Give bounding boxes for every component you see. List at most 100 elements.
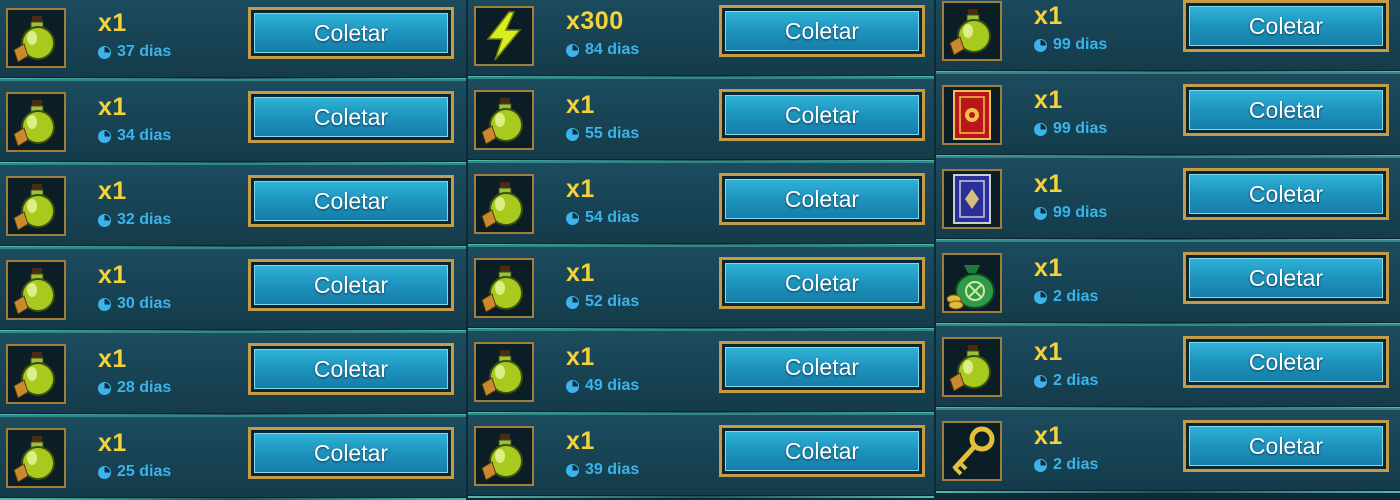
collect-button-label: Coletar	[1189, 342, 1383, 382]
reward-row: x1 2 dias Coletar	[936, 324, 1400, 409]
expiry-text: 2 dias	[1053, 456, 1099, 473]
clock-icon	[98, 297, 111, 311]
expiry-text: 54 dias	[585, 209, 640, 226]
red-tome-icon	[942, 85, 1002, 145]
collect-button[interactable]: Coletar	[248, 427, 454, 479]
expiry-timer: 99 dias	[1034, 120, 1107, 138]
collect-button[interactable]: Coletar	[719, 89, 925, 141]
clock-icon	[1034, 206, 1047, 220]
potion-icon	[6, 176, 66, 236]
collect-button[interactable]: Coletar	[248, 259, 454, 311]
collect-button-label: Coletar	[1189, 258, 1383, 298]
collect-button-label: Coletar	[725, 431, 919, 471]
collect-button[interactable]: Coletar	[248, 343, 454, 395]
collect-button-label: Coletar	[254, 433, 448, 473]
clock-icon	[566, 211, 579, 225]
clock-icon	[98, 213, 111, 227]
clock-icon	[566, 295, 579, 309]
potion-icon	[474, 426, 534, 486]
reward-row: x1 99 dias Coletar	[936, 72, 1400, 157]
energy-bolt-icon	[474, 6, 534, 66]
collect-button-label: Coletar	[254, 13, 448, 53]
expiry-timer: 54 dias	[566, 209, 639, 227]
reward-row: x1 2 dias Coletar	[936, 408, 1400, 493]
potion-icon	[6, 260, 66, 320]
expiry-timer: 2 dias	[1034, 288, 1098, 306]
reward-column: x1 37 dias Coletar x1 34 dias Coletar x1 32 d…	[0, 0, 466, 500]
reward-quantity: x300	[566, 7, 624, 35]
expiry-text: 2 dias	[1053, 288, 1099, 305]
expiry-timer: 99 dias	[1034, 36, 1107, 54]
collect-button-label: Coletar	[725, 263, 919, 303]
collect-button-label: Coletar	[725, 95, 919, 135]
expiry-text: 2 dias	[1053, 372, 1099, 389]
potion-icon	[474, 258, 534, 318]
clock-icon	[98, 45, 111, 59]
reward-row: x1 52 dias Coletar	[468, 245, 934, 330]
expiry-text: 39 dias	[585, 461, 640, 478]
reward-row: x1 99 dias Coletar	[936, 0, 1400, 73]
collect-button[interactable]: Coletar	[248, 175, 454, 227]
collect-button[interactable]: Coletar	[1183, 252, 1389, 304]
potion-icon	[942, 337, 1002, 397]
reward-row: x300 84 dias Coletar	[468, 0, 934, 78]
rewards-inbox: x1 37 dias Coletar x1 34 dias Coletar x1 32 d…	[0, 0, 1400, 500]
collect-button[interactable]: Coletar	[719, 173, 925, 225]
reward-quantity: x1	[566, 343, 595, 371]
collect-button-label: Coletar	[1189, 6, 1383, 46]
collect-button[interactable]: Coletar	[1183, 0, 1389, 52]
clock-icon	[566, 43, 579, 57]
reward-quantity: x1	[1034, 2, 1063, 30]
expiry-timer: 37 dias	[98, 43, 171, 61]
collect-button[interactable]: Coletar	[719, 5, 925, 57]
reward-quantity: x1	[98, 177, 127, 205]
expiry-text: 34 dias	[117, 127, 172, 144]
expiry-text: 84 dias	[585, 41, 640, 58]
reward-row: x1 99 dias Coletar	[936, 156, 1400, 241]
reward-quantity: x1	[98, 9, 127, 37]
reward-column: x1 99 dias Coletar x1 99 dias Coletar x1 99 d…	[936, 0, 1400, 498]
collect-button-label: Coletar	[254, 97, 448, 137]
collect-button[interactable]: Coletar	[1183, 168, 1389, 220]
expiry-timer: 30 dias	[98, 295, 171, 313]
reward-quantity: x1	[98, 429, 127, 457]
expiry-text: 32 dias	[117, 211, 172, 228]
potion-icon	[474, 90, 534, 150]
reward-row: x1 54 dias Coletar	[468, 161, 934, 246]
clock-icon	[98, 381, 111, 395]
reward-row: x1 34 dias Coletar	[0, 79, 466, 164]
reward-quantity: x1	[98, 93, 127, 121]
potion-icon	[474, 174, 534, 234]
reward-quantity: x1	[1034, 170, 1063, 198]
collect-button[interactable]: Coletar	[248, 91, 454, 143]
reward-row: x1 2 dias Coletar	[936, 240, 1400, 325]
expiry-text: 49 dias	[585, 377, 640, 394]
reward-row: x1 32 dias Coletar	[0, 163, 466, 248]
reward-quantity: x1	[1034, 254, 1063, 282]
expiry-timer: 32 dias	[98, 211, 171, 229]
collect-button-label: Coletar	[254, 349, 448, 389]
collect-button[interactable]: Coletar	[719, 341, 925, 393]
clock-icon	[566, 463, 579, 477]
expiry-timer: 25 dias	[98, 463, 171, 481]
reward-row: x1 37 dias Coletar	[0, 0, 466, 80]
potion-icon	[6, 428, 66, 488]
collect-button[interactable]: Coletar	[1183, 336, 1389, 388]
collect-button[interactable]: Coletar	[1183, 84, 1389, 136]
reward-quantity: x1	[566, 91, 595, 119]
collect-button[interactable]: Coletar	[719, 425, 925, 477]
clock-icon	[1034, 290, 1047, 304]
reward-row: x1 39 dias Coletar	[468, 413, 934, 498]
collect-button[interactable]: Coletar	[719, 257, 925, 309]
expiry-timer: 39 dias	[566, 461, 639, 479]
collect-button-label: Coletar	[1189, 426, 1383, 466]
reward-quantity: x1	[1034, 338, 1063, 366]
potion-icon	[6, 344, 66, 404]
reward-quantity: x1	[566, 427, 595, 455]
collect-button[interactable]: Coletar	[1183, 420, 1389, 472]
silver-bag-icon	[942, 253, 1002, 313]
reward-row: x1 28 dias Coletar	[0, 331, 466, 416]
reward-row: x1 55 dias Coletar	[468, 77, 934, 162]
reward-quantity: x1	[98, 261, 127, 289]
collect-button[interactable]: Coletar	[248, 7, 454, 59]
